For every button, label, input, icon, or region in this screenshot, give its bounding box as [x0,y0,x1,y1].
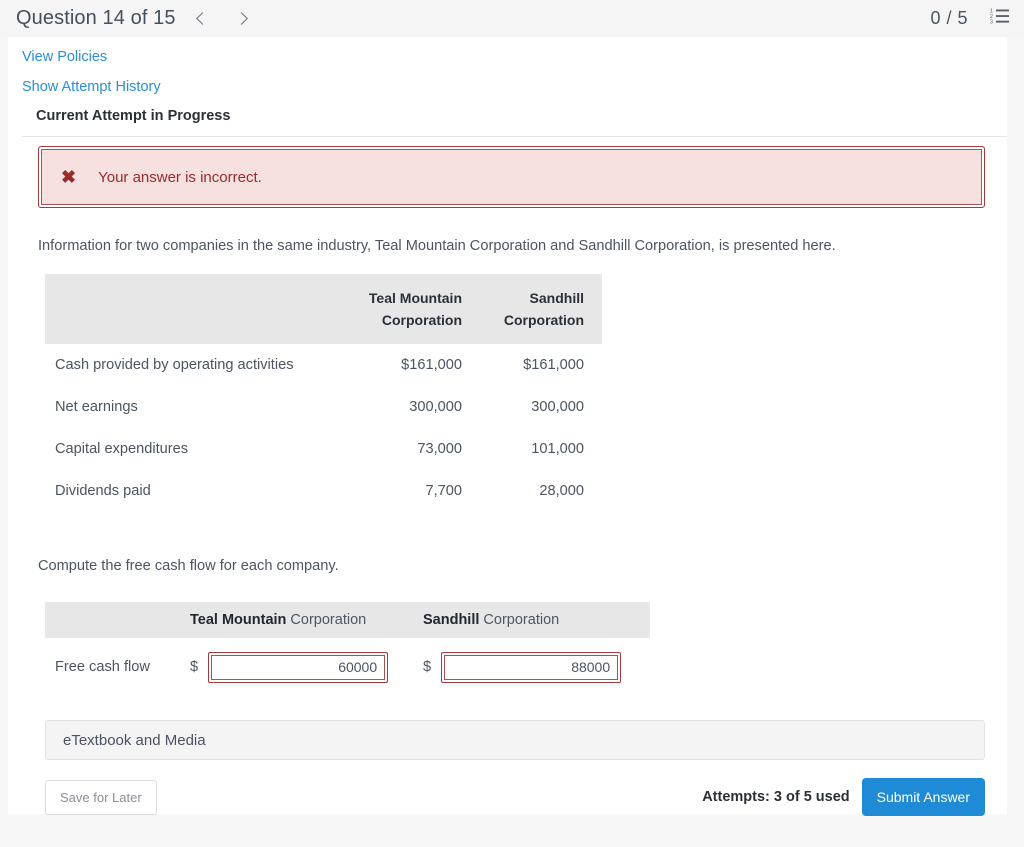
row-label: Net earnings [55,399,138,415]
row-value-teal: 73,000 [417,441,462,457]
row-label: Cash provided by operating activities [55,357,294,373]
currency-symbol-teal: $ [190,659,199,675]
save-for-later-button[interactable]: Save for Later [45,779,157,815]
chevron-right-icon[interactable] [236,11,252,27]
attempts-counter: Attempts: 3 of 5 used [702,789,850,805]
table-header-teal-line1: Teal Mountain [368,290,462,306]
table-header-row: Teal Mountain Corporation Sandhill Corpo… [45,274,602,344]
answer-table-row: Free cash flow $ $ [45,638,650,696]
answer-header-teal-bold: Teal Mountain [190,612,287,628]
row-value-sandhill: 28,000 [539,483,584,499]
chevron-left-icon[interactable] [194,11,210,27]
ordered-list-icon[interactable]: 1 2 3 [990,8,1009,29]
row-value-sandhill: 300,000 [531,399,584,415]
answer-header-sandhill-bold: Sandhill [423,612,480,628]
footer-right-group: Attempts: 3 of 5 used Submit Answer [702,778,985,816]
answer-table-header: Teal Mountain Corporation Sandhill Corpo… [45,602,650,638]
header-right-group: 0 / 5 1 2 3 [930,8,1009,29]
svg-text:3: 3 [990,20,993,24]
current-attempt-heading: Current Attempt in Progress [36,108,231,124]
table-row: Net earnings 300,000 300,000 [45,386,602,428]
table-header-blank [45,274,337,344]
company-data-table: Teal Mountain Corporation Sandhill Corpo… [45,274,602,512]
table-header-teal-line2: Corporation [381,312,462,328]
instruction-text: Compute the free cash flow for each comp… [38,558,339,574]
free-cash-flow-input-teal[interactable] [208,651,389,683]
answer-header-sandhill-rest: Corporation [479,612,560,628]
alert-message: Your answer is incorrect. [98,168,262,186]
table-header-sandhill: Sandhill Corporation [480,274,602,344]
table-header-teal: Teal Mountain Corporation [337,274,480,344]
table-row: Dividends paid 7,700 28,000 [45,470,602,512]
question-card: View Policies Show Attempt History Curre… [8,37,1007,816]
currency-symbol-sandhill: $ [423,659,432,675]
question-footer: Save for Later Attempts: 3 of 5 used Sub… [45,778,985,816]
free-cash-flow-input-sandhill[interactable] [441,651,622,683]
row-value-teal: 300,000 [409,399,462,415]
table-row: Capital expenditures 73,000 101,000 [45,428,602,470]
header-divider [22,136,1007,137]
table-header-sandhill-line2: Corporation [503,312,584,328]
row-label: Capital expenditures [55,441,189,457]
view-policies-link[interactable]: View Policies [22,47,107,67]
table-row: Cash provided by operating activities $1… [45,344,602,386]
etextbook-and-media-bar[interactable]: eTextbook and Media [45,720,985,760]
etextbook-label: eTextbook and Media [63,731,206,749]
show-attempt-history-link[interactable]: Show Attempt History [22,77,161,97]
row-label: Dividends paid [55,483,151,499]
question-page: Question 14 of 15 0 / 5 1 2 3 View Polic… [0,0,1024,847]
table-header-sandhill-line1: Sandhill [529,290,584,306]
page-title: Question 14 of 15 [16,7,176,29]
answer-cell-sandhill: $ [423,651,622,683]
answer-cell-teal: $ [190,651,423,683]
submit-answer-button[interactable]: Submit Answer [861,778,985,816]
row-value-sandhill: 101,000 [531,441,584,457]
question-header: Question 14 of 15 0 / 5 1 2 3 [0,0,1024,37]
free-cash-flow-label: Free cash flow [55,659,150,675]
links-section: View Policies Show Attempt History Curre… [8,37,1007,137]
score-display: 0 / 5 [930,8,968,28]
row-value-teal: $161,000 [401,357,462,373]
question-navigation [194,11,252,27]
answer-header-sandhill: Sandhill Corporation [423,612,650,628]
incorrect-answer-alert: ✖ Your answer is incorrect. [38,146,985,208]
error-x-icon: ✖ [61,167,77,187]
answer-header-teal-rest: Corporation [286,612,367,628]
answer-table: Teal Mountain Corporation Sandhill Corpo… [45,602,650,696]
row-value-sandhill: $161,000 [523,357,584,373]
answer-header-teal: Teal Mountain Corporation [190,612,423,628]
row-value-teal: 7,700 [425,483,462,499]
intro-text: Information for two companies in the sam… [38,238,836,254]
